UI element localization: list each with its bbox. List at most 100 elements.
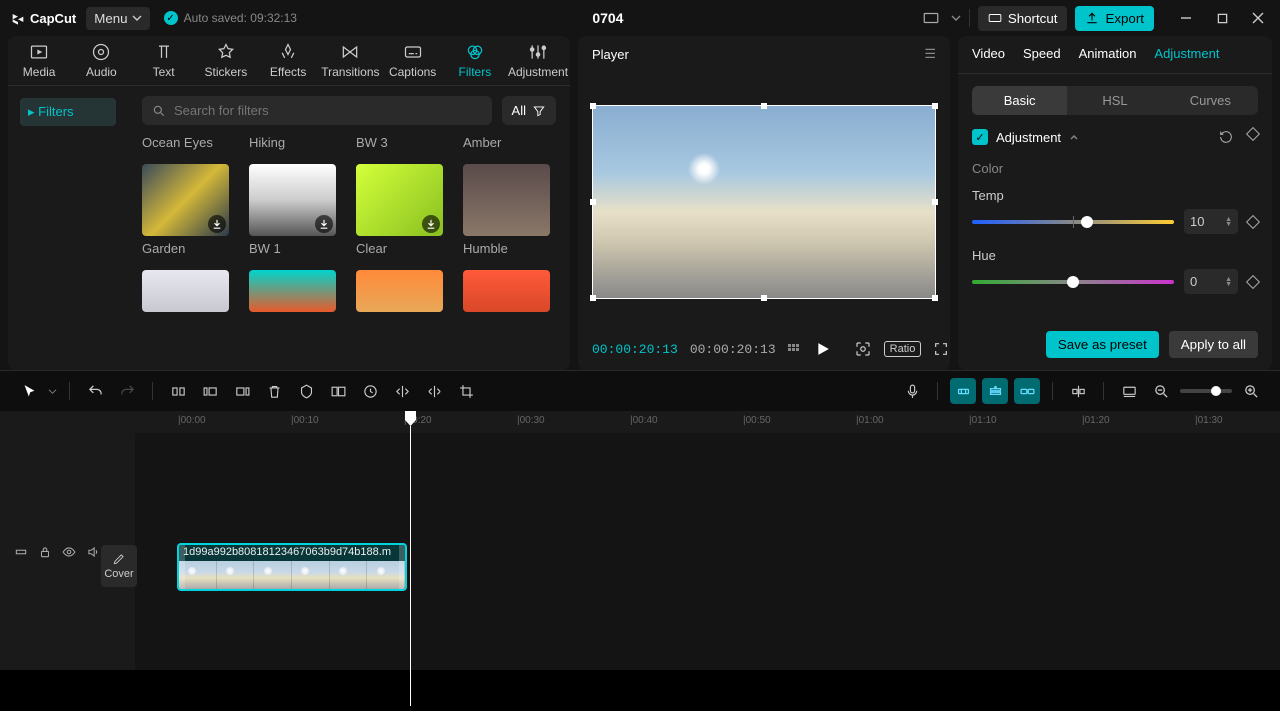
reverse-icon[interactable] bbox=[357, 378, 383, 404]
split-icon[interactable] bbox=[165, 378, 191, 404]
cover-button[interactable]: Cover bbox=[101, 545, 137, 587]
chevron-down-icon[interactable] bbox=[48, 387, 57, 396]
filter-icon bbox=[532, 104, 546, 118]
scale-icon[interactable] bbox=[854, 340, 872, 358]
player-title: Player bbox=[592, 47, 629, 62]
filter-thumb[interactable]: BW 1 bbox=[249, 164, 342, 256]
subtab-curves[interactable]: Curves bbox=[1163, 86, 1258, 115]
tab-filters[interactable]: Filters bbox=[444, 36, 506, 85]
hue-slider[interactable] bbox=[972, 280, 1174, 284]
lock-icon[interactable] bbox=[38, 545, 52, 559]
zoom-out-icon[interactable] bbox=[1148, 378, 1174, 404]
tab-adjustment[interactable]: Adjustment bbox=[506, 36, 570, 85]
rotate-icon[interactable] bbox=[421, 378, 447, 404]
clip-handle-right[interactable] bbox=[399, 545, 405, 589]
temp-value[interactable]: 10▲▼ bbox=[1184, 209, 1238, 234]
download-icon[interactable] bbox=[315, 215, 333, 233]
filter-thumb[interactable]: Clear bbox=[356, 164, 449, 256]
tab-text[interactable]: Text bbox=[133, 36, 195, 85]
timeline-ruler[interactable]: |00:00 |00:10 |00:20 |00:30 |00:40 |00:5… bbox=[178, 411, 1280, 433]
check-icon: ✓ bbox=[164, 11, 178, 25]
section-title: Adjustment bbox=[996, 130, 1061, 145]
tab-stickers[interactable]: Stickers bbox=[195, 36, 257, 85]
library-panel: Media Audio Text Stickers Effects Transi… bbox=[8, 36, 570, 370]
inspector-tab-video[interactable]: Video bbox=[972, 46, 1005, 63]
split-right-icon[interactable] bbox=[229, 378, 255, 404]
subtab-basic[interactable]: Basic bbox=[972, 86, 1067, 115]
tab-captions[interactable]: Captions bbox=[382, 36, 444, 85]
filter-thumb[interactable]: Humble bbox=[463, 164, 556, 256]
adjustment-toggle[interactable]: ✓ bbox=[972, 129, 988, 145]
temp-slider[interactable] bbox=[972, 220, 1174, 224]
preview-viewport[interactable] bbox=[592, 105, 936, 299]
aspect-icon[interactable] bbox=[919, 6, 943, 30]
filter-thumb[interactable] bbox=[356, 270, 449, 312]
tab-transitions[interactable]: Transitions bbox=[319, 36, 381, 85]
collapse-icon[interactable] bbox=[1069, 132, 1079, 142]
download-icon[interactable] bbox=[422, 215, 440, 233]
filter-thumb[interactable] bbox=[142, 270, 235, 312]
titlebar: CapCut Menu ✓ Auto saved: 09:32:13 0704 … bbox=[0, 0, 1280, 36]
inspector-tab-speed[interactable]: Speed bbox=[1023, 46, 1061, 63]
timeline-area: |00:00 |00:10 |00:20 |00:30 |00:40 |00:5… bbox=[0, 370, 1280, 670]
shortcut-button[interactable]: Shortcut bbox=[978, 6, 1068, 31]
total-time: 00:00:20:13 bbox=[690, 342, 776, 357]
select-tool-icon[interactable] bbox=[16, 378, 42, 404]
mirror-icon[interactable] bbox=[389, 378, 415, 404]
minimize-icon[interactable] bbox=[1174, 6, 1198, 30]
hue-value[interactable]: 0▲▼ bbox=[1184, 269, 1238, 294]
mark-icon[interactable] bbox=[293, 378, 319, 404]
filter-thumb[interactable] bbox=[249, 270, 342, 312]
keyframe-icon[interactable] bbox=[1246, 127, 1260, 141]
eye-icon[interactable] bbox=[62, 545, 76, 559]
inspector-tab-animation[interactable]: Animation bbox=[1079, 46, 1137, 63]
search-input[interactable] bbox=[142, 96, 492, 125]
subtab-hsl[interactable]: HSL bbox=[1067, 86, 1162, 115]
hue-label: Hue bbox=[972, 248, 1258, 263]
chevron-down-icon[interactable] bbox=[951, 13, 961, 23]
zoom-in-icon[interactable] bbox=[1238, 378, 1264, 404]
redo-icon[interactable] bbox=[114, 378, 140, 404]
export-button[interactable]: Export bbox=[1075, 6, 1154, 31]
apply-all-button[interactable]: Apply to all bbox=[1169, 331, 1258, 358]
filter-thumb[interactable]: Garden bbox=[142, 164, 235, 256]
reset-icon[interactable] bbox=[1218, 129, 1234, 145]
filter-cat-filters[interactable]: ▸ Filters bbox=[20, 98, 116, 126]
menu-button[interactable]: Menu bbox=[86, 7, 149, 30]
freeze-icon[interactable] bbox=[325, 378, 351, 404]
tab-effects[interactable]: Effects bbox=[257, 36, 319, 85]
magnet-track-icon[interactable] bbox=[982, 378, 1008, 404]
magnet-link-icon[interactable] bbox=[1014, 378, 1040, 404]
tab-media[interactable]: Media bbox=[8, 36, 70, 85]
ratio-button[interactable]: Ratio bbox=[884, 341, 922, 357]
all-filter-button[interactable]: All bbox=[502, 96, 556, 125]
fullscreen-icon[interactable] bbox=[933, 341, 949, 357]
split-left-icon[interactable] bbox=[197, 378, 223, 404]
zoom-slider[interactable] bbox=[1180, 389, 1232, 393]
collapse-track-icon[interactable] bbox=[14, 545, 28, 559]
mic-icon[interactable] bbox=[899, 378, 925, 404]
crop-icon[interactable] bbox=[453, 378, 479, 404]
clip-handle-left[interactable] bbox=[179, 545, 185, 589]
close-icon[interactable] bbox=[1246, 6, 1270, 30]
undo-icon[interactable] bbox=[82, 378, 108, 404]
play-button[interactable] bbox=[816, 342, 830, 356]
keyframe-icon[interactable] bbox=[1246, 274, 1260, 288]
download-icon[interactable] bbox=[208, 215, 226, 233]
preview-render-icon[interactable] bbox=[1116, 378, 1142, 404]
inspector-tab-adjustment[interactable]: Adjustment bbox=[1154, 46, 1219, 63]
filter-thumb[interactable] bbox=[463, 270, 556, 312]
temp-label: Temp bbox=[972, 188, 1258, 203]
video-clip[interactable]: 1d99a992b80818123467063b9d74b188.m bbox=[177, 543, 407, 591]
align-icon[interactable] bbox=[1065, 378, 1091, 404]
delete-icon[interactable] bbox=[261, 378, 287, 404]
save-preset-button[interactable]: Save as preset bbox=[1046, 331, 1159, 358]
timeline-tracks[interactable]: Cover 1d99a992b80818123467063b9d74b188.m bbox=[135, 433, 1280, 670]
magnet-main-icon[interactable] bbox=[950, 378, 976, 404]
keyframe-icon[interactable] bbox=[1246, 214, 1260, 228]
tab-audio[interactable]: Audio bbox=[70, 36, 132, 85]
maximize-icon[interactable] bbox=[1210, 6, 1234, 30]
mute-icon[interactable] bbox=[86, 545, 100, 559]
player-menu-icon[interactable]: ☰ bbox=[924, 46, 936, 62]
frame-view-icon[interactable] bbox=[788, 342, 804, 356]
